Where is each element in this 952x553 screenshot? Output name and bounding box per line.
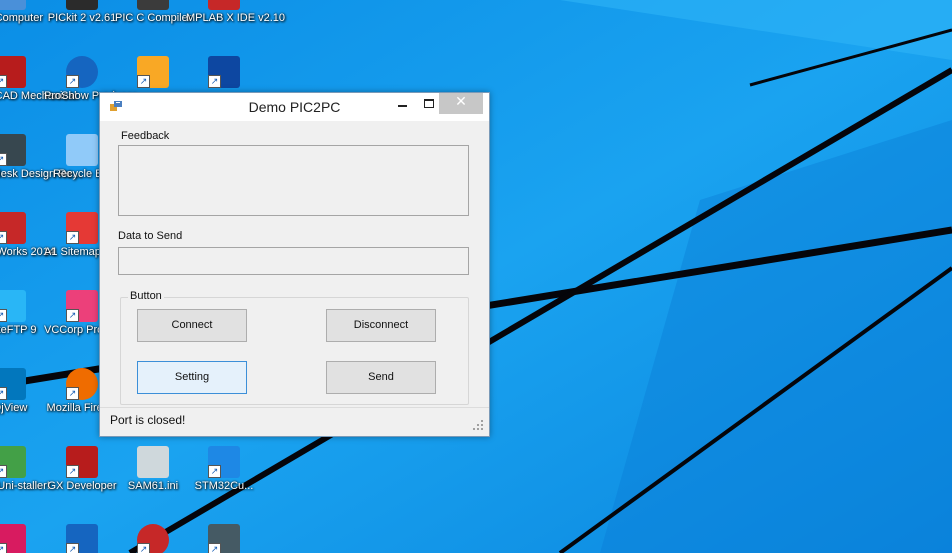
desktop-icon-quick[interactable]: ↗ xyxy=(115,56,191,90)
title-bar[interactable]: Demo PIC2PC ✕ xyxy=(100,93,489,121)
firefox-icon: ↗ xyxy=(66,368,98,400)
desktop-icon-photoshop[interactable]: ↗ xyxy=(186,56,262,90)
recycle-bin-icon xyxy=(66,134,98,166)
ini-file-icon xyxy=(137,446,169,478)
gx-developer-icon: ↗ xyxy=(66,446,98,478)
computer-icon xyxy=(0,0,26,10)
stm32-icon: ↗ xyxy=(208,446,240,478)
desktop-icon-label: Your Uni-staller! xyxy=(0,480,50,492)
disconnect-button[interactable]: Disconnect xyxy=(326,309,436,342)
desktop-icon-label: AutoCAD Mechanical xyxy=(0,90,77,102)
autocad-icon: ↗ xyxy=(0,56,26,88)
tool-icon: ↗ xyxy=(208,524,240,553)
desktop-icon-label: SAM61.ini xyxy=(127,480,179,492)
desktop-icon-label: GX Developer xyxy=(47,480,117,492)
feedback-textbox[interactable] xyxy=(118,145,469,216)
desktop-icon-bottom1[interactable]: ↗ xyxy=(0,524,48,553)
desktop-icon-label: MPLAB X IDE v2.10 xyxy=(186,12,286,24)
minimize-icon xyxy=(398,105,407,107)
autodesk-icon: ↗ xyxy=(0,134,26,166)
window-client-area: Feedback Data to Send Button Connect Dis… xyxy=(106,122,482,430)
desktop-icon-gxdev[interactable]: ↗ GX Developer xyxy=(44,446,120,493)
status-text: Port is closed! xyxy=(110,413,186,427)
desktop-icon-label: SolidWorks 2014 xyxy=(0,246,55,258)
desktop-icon-mycomputer[interactable]: My Computer xyxy=(0,0,48,25)
desktop-icon-label: PICkit 2 v2.61 xyxy=(47,12,117,24)
photoshop-icon: ↗ xyxy=(208,56,240,88)
desktop-icon-label: STM32Cu... xyxy=(194,480,254,492)
data-to-send-input[interactable] xyxy=(118,247,469,275)
proshow-icon: ↗ xyxy=(66,56,98,88)
cuteftp-icon: ↗ xyxy=(0,290,26,322)
mplab-icon xyxy=(208,0,240,10)
desktop-icon-pickit[interactable]: PICkit 2 v2.61 xyxy=(44,0,120,25)
desktop-icon-label: PIC C Compiler xyxy=(115,12,192,24)
close-icon: ✕ xyxy=(455,94,467,110)
desktop-icon-picc[interactable]: PIC C Compiler xyxy=(115,0,191,25)
solidworks-icon: ↗ xyxy=(0,212,26,244)
desktop-icon-bottom4[interactable]: ↗ xyxy=(186,524,262,553)
desktop-icon-autocad[interactable]: ↗ AutoCAD Mechanical xyxy=(0,56,77,103)
connect-button[interactable]: Connect xyxy=(137,309,247,342)
pickit-icon xyxy=(66,0,98,10)
desktop-icon-stm32[interactable]: ↗ STM32Cu... xyxy=(186,446,262,493)
desktop-icon-label: CuteFTP 9 xyxy=(0,324,37,336)
desktop-icon-label: Autodesk Design Re... xyxy=(0,168,81,180)
desktop-icon-label: My Computer xyxy=(0,12,44,24)
uninstaller-icon: ↗ xyxy=(0,446,26,478)
minimize-button[interactable] xyxy=(390,93,416,114)
quick-icon: ↗ xyxy=(137,56,169,88)
maximize-icon xyxy=(424,99,434,108)
desktop-icon-bottom3[interactable]: ↗ xyxy=(115,524,191,553)
setting-button[interactable]: Setting xyxy=(137,361,247,394)
desktop-icon-qview[interactable]: ↗ QjView xyxy=(0,368,48,415)
data-to-send-label: Data to Send xyxy=(118,230,183,242)
wireless-icon: ↗ xyxy=(66,524,98,553)
app-icon: ↗ xyxy=(137,524,169,553)
desktop-icon-yourinstaller[interactable]: ↗ Your Uni-staller! xyxy=(0,446,50,493)
demo-pic2pc-window: Demo PIC2PC ✕ Feedback Data to Send Butt… xyxy=(99,92,490,437)
desktop-icon-cuteftp[interactable]: ↗ CuteFTP 9 xyxy=(0,290,48,337)
send-button[interactable]: Send xyxy=(326,361,436,394)
music-icon: ↗ xyxy=(0,524,26,553)
feedback-label: Feedback xyxy=(121,130,170,142)
close-button[interactable]: ✕ xyxy=(439,93,483,114)
status-bar: Port is closed! xyxy=(100,407,489,436)
resize-grip-icon[interactable] xyxy=(473,420,483,430)
desktop-icon-solidworks[interactable]: ↗ SolidWorks 2014 xyxy=(0,212,55,259)
pic-c-icon xyxy=(137,0,169,10)
vccorp-icon: ↗ xyxy=(66,290,98,322)
groupbox-label: Button xyxy=(128,290,164,302)
a1-sitemap-icon: ↗ xyxy=(66,212,98,244)
desktop-icon-label: QjView xyxy=(0,402,28,414)
desktop-icon-sam61[interactable]: SAM61.ini xyxy=(115,446,191,493)
qview-icon: ↗ xyxy=(0,368,26,400)
desktop-icon-mplab[interactable]: MPLAB X IDE v2.10 xyxy=(186,0,286,25)
desktop-icon-autodesk[interactable]: ↗ Autodesk Design Re... xyxy=(0,134,81,181)
button-groupbox: Button Connect Disconnect Setting Send xyxy=(120,290,469,405)
desktop-icon-bottom2[interactable]: ↗ xyxy=(44,524,120,553)
